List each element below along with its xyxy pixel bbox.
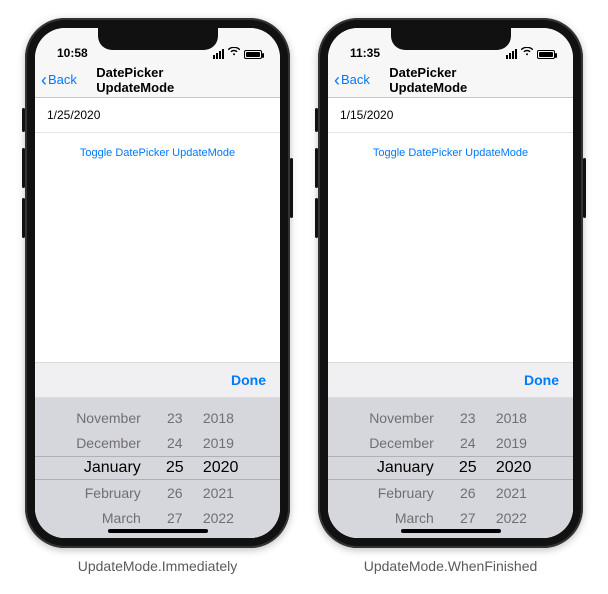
picker-row[interactable]: 2018: [203, 407, 234, 429]
screen: 10:58 ‹ Back DatePicker UpdateMode: [35, 28, 280, 538]
picker-row[interactable]: 2017: [203, 398, 230, 404]
picker-row[interactable]: 2021: [496, 482, 527, 504]
chevron-left-icon: ‹: [41, 71, 47, 89]
status-time: 11:35: [350, 46, 380, 60]
picker-row[interactable]: October: [98, 398, 141, 404]
picker-row[interactable]: 23: [460, 407, 476, 429]
content-area: 1/15/2020 Toggle DatePicker UpdateMode D…: [328, 98, 573, 538]
picker-year-column[interactable]: 2017 2018 2019 2020 2021 2022 2023: [195, 398, 260, 538]
picker-row[interactable]: 2023: [496, 532, 523, 538]
picker-row[interactable]: March: [102, 507, 141, 529]
picker-toolbar: Done: [328, 362, 573, 398]
toggle-updatemode-button[interactable]: Toggle DatePicker UpdateMode: [328, 133, 573, 173]
date-picker[interactable]: October November December January Februa…: [328, 398, 573, 538]
side-button: [583, 158, 586, 218]
picker-row[interactable]: 2018: [496, 407, 527, 429]
picker-row[interactable]: December: [76, 432, 141, 454]
picker-row[interactable]: 2017: [496, 398, 523, 404]
picker-row[interactable]: 24: [167, 432, 183, 454]
picker-day-column[interactable]: 22 23 24 25 26 27 28: [155, 398, 195, 538]
mute-switch: [315, 108, 318, 132]
toggle-updatemode-button[interactable]: Toggle DatePicker UpdateMode: [35, 133, 280, 173]
caption: UpdateMode.WhenFinished: [364, 558, 538, 574]
wifi-icon: [228, 47, 240, 59]
date-picker[interactable]: October November December January Februa…: [35, 398, 280, 538]
picker-row[interactable]: 2019: [203, 432, 234, 454]
picker-row[interactable]: 26: [460, 482, 476, 504]
date-field[interactable]: 1/15/2020: [328, 98, 573, 133]
signal-icon: [506, 49, 517, 59]
picker-row[interactable]: March: [395, 507, 434, 529]
page-title: DatePicker UpdateMode: [389, 65, 512, 95]
picker-month-column[interactable]: October November December January Februa…: [348, 398, 448, 538]
notch: [391, 28, 511, 50]
picker-row[interactable]: November: [369, 407, 434, 429]
home-indicator[interactable]: [401, 529, 501, 533]
nav-bar: ‹ Back DatePicker UpdateMode: [35, 62, 280, 98]
volume-up-button: [315, 148, 318, 188]
picker-row[interactable]: 2022: [203, 507, 234, 529]
volume-down-button: [315, 198, 318, 238]
notch: [98, 28, 218, 50]
done-button[interactable]: Done: [231, 372, 266, 388]
back-button[interactable]: ‹ Back: [328, 71, 370, 89]
picker-row-selected[interactable]: January: [377, 457, 434, 479]
picker-row-selected[interactable]: 2020: [203, 457, 239, 479]
picker-row[interactable]: 23: [167, 407, 183, 429]
picker-row[interactable]: February: [378, 482, 434, 504]
picker-row[interactable]: 22: [461, 398, 474, 404]
status-time: 10:58: [57, 46, 88, 60]
picker-row[interactable]: November: [76, 407, 141, 429]
volume-down-button: [22, 198, 25, 238]
side-button: [290, 158, 293, 218]
picker-month-column[interactable]: October November December January Februa…: [55, 398, 155, 538]
done-button[interactable]: Done: [524, 372, 559, 388]
picker-row[interactable]: February: [85, 482, 141, 504]
home-indicator[interactable]: [108, 529, 208, 533]
back-button[interactable]: ‹ Back: [35, 71, 77, 89]
battery-icon: [244, 50, 262, 59]
picker-row[interactable]: 2022: [496, 507, 527, 529]
content-area: 1/25/2020 Toggle DatePicker UpdateMode D…: [35, 98, 280, 538]
nav-bar: ‹ Back DatePicker UpdateMode: [328, 62, 573, 98]
battery-icon: [537, 50, 555, 59]
date-field[interactable]: 1/25/2020: [35, 98, 280, 133]
picker-row[interactable]: December: [369, 432, 434, 454]
picker-row[interactable]: 2023: [203, 532, 230, 538]
signal-icon: [213, 49, 224, 59]
volume-up-button: [22, 148, 25, 188]
page-title: DatePicker UpdateMode: [96, 65, 219, 95]
picker-row[interactable]: 2019: [496, 432, 527, 454]
phone-frame: 10:58 ‹ Back DatePicker UpdateMode: [25, 18, 290, 548]
picker-year-column[interactable]: 2017 2018 2019 2020 2021 2022 2023: [488, 398, 553, 538]
mute-switch: [22, 108, 25, 132]
back-label: Back: [48, 72, 77, 87]
back-label: Back: [341, 72, 370, 87]
picker-row[interactable]: 22: [168, 398, 181, 404]
picker-row[interactable]: October: [391, 398, 434, 404]
picker-row[interactable]: 2021: [203, 482, 234, 504]
picker-row-selected[interactable]: January: [84, 457, 141, 479]
wifi-icon: [521, 47, 533, 59]
picker-toolbar: Done: [35, 362, 280, 398]
picker-row-selected[interactable]: 25: [166, 457, 184, 479]
chevron-left-icon: ‹: [334, 71, 340, 89]
picker-row[interactable]: 26: [167, 482, 183, 504]
picker-row[interactable]: 27: [460, 507, 476, 529]
picker-row-selected[interactable]: 25: [459, 457, 477, 479]
phone-frame: 11:35 ‹ Back DatePicker UpdateMode: [318, 18, 583, 548]
picker-row[interactable]: 24: [460, 432, 476, 454]
picker-row[interactable]: 27: [167, 507, 183, 529]
picker-row-selected[interactable]: 2020: [496, 457, 532, 479]
screen: 11:35 ‹ Back DatePicker UpdateMode: [328, 28, 573, 538]
picker-day-column[interactable]: 22 23 24 25 26 27 28: [448, 398, 488, 538]
caption: UpdateMode.Immediately: [78, 558, 238, 574]
